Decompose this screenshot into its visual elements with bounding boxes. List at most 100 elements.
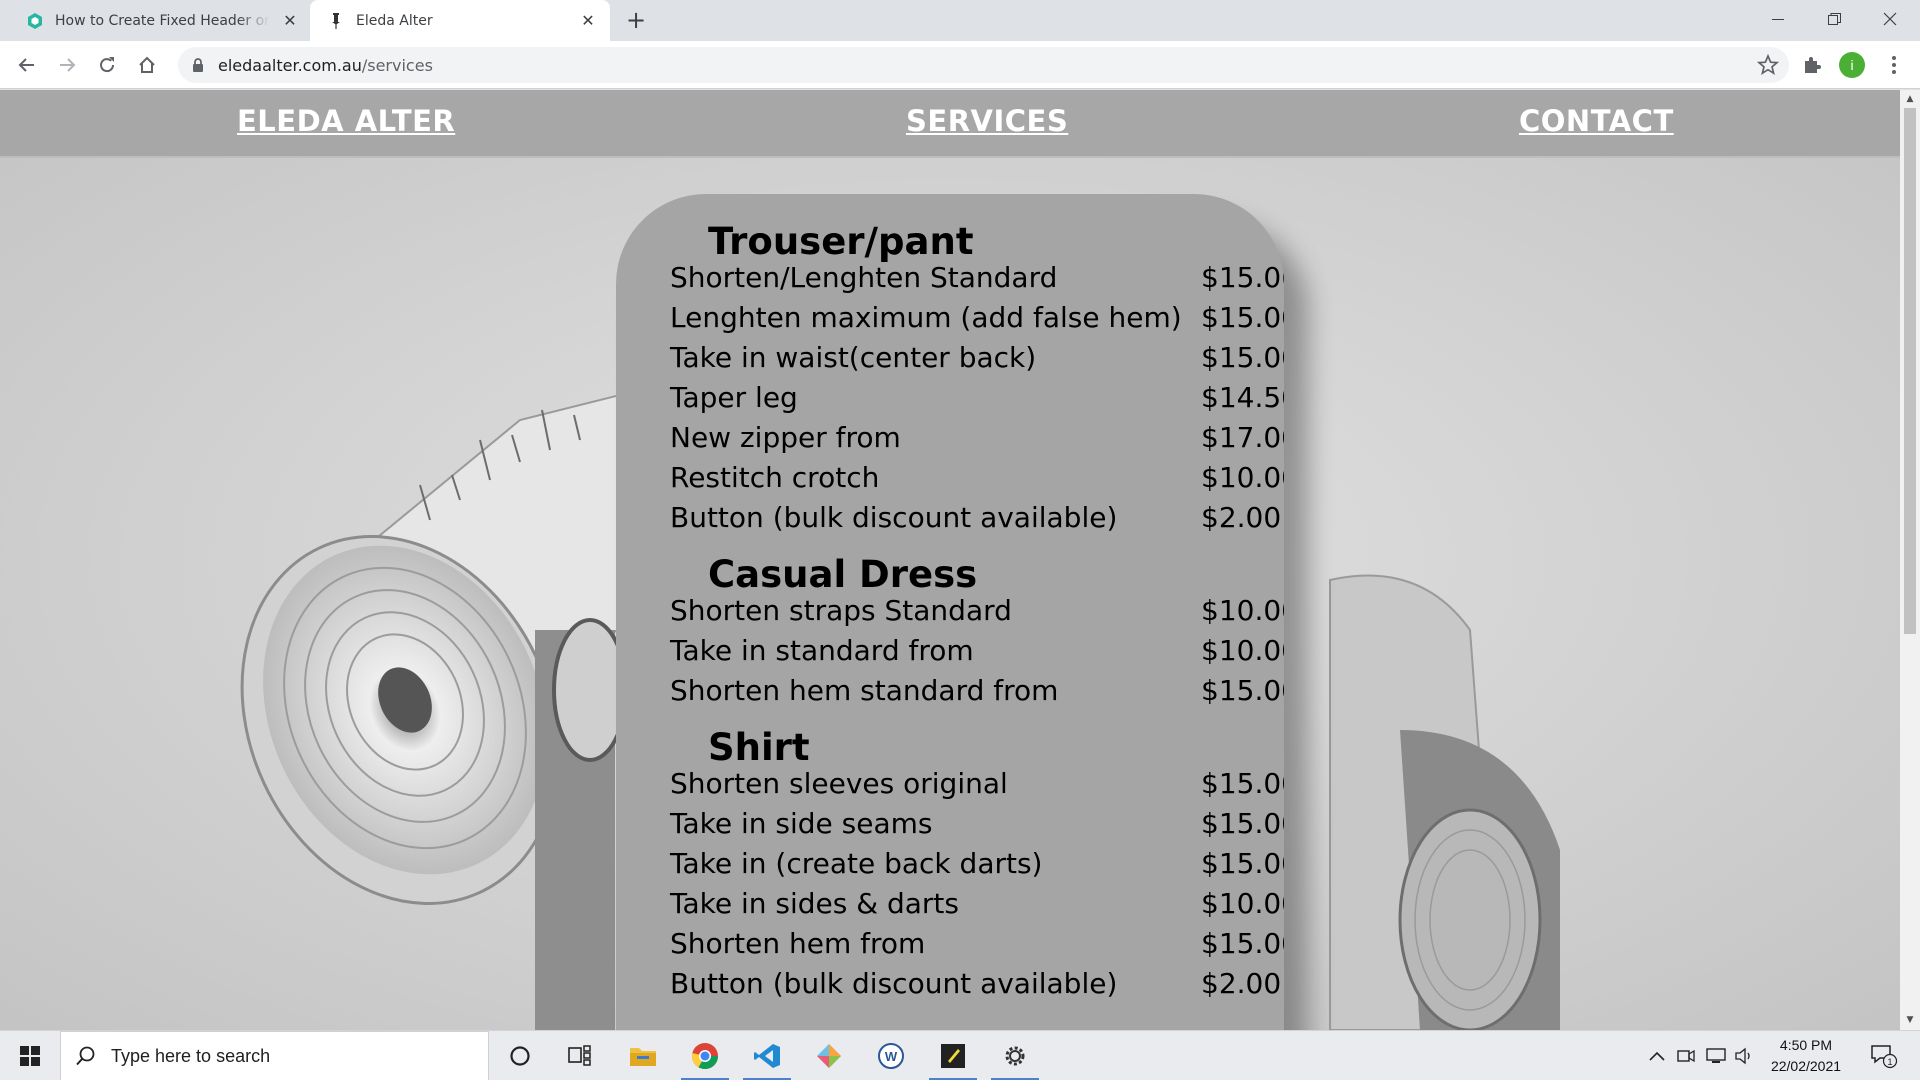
service-name: Shorten hem from bbox=[670, 927, 926, 960]
clock-date: 22/02/2021 bbox=[1770, 1058, 1842, 1074]
home-icon[interactable] bbox=[135, 53, 159, 77]
tab-strip: How to Create Fixed Header or Footer on … bbox=[0, 0, 1920, 41]
address-bar[interactable]: eledaalter.com.au/services bbox=[178, 47, 1789, 83]
list-item: Restitch crotch $10.00 bbox=[670, 461, 1284, 501]
page-scrollbar[interactable]: ▲ ▼ bbox=[1900, 90, 1920, 1030]
back-icon[interactable] bbox=[15, 53, 39, 77]
restore-icon[interactable] bbox=[1806, 0, 1862, 38]
list-item: Take in sides & darts $10.00 bbox=[670, 887, 1284, 927]
taskbar-search-box[interactable]: Type here to search bbox=[60, 1031, 489, 1080]
tab-title: How to Create Fixed Header or Footer on … bbox=[55, 12, 270, 29]
service-name: Take in waist(center back) bbox=[670, 341, 1037, 374]
notification-count: 1 bbox=[1887, 1057, 1892, 1067]
colorful-app-icon[interactable] bbox=[799, 1031, 859, 1080]
category-heading-trouser: Trouser/pant bbox=[708, 220, 974, 263]
system-clock[interactable]: 4:50 PM 22/02/2021 bbox=[1756, 1035, 1856, 1077]
bookmark-star-icon[interactable] bbox=[1756, 53, 1780, 76]
network-icon[interactable] bbox=[1704, 1031, 1728, 1080]
service-name: Take in (create back darts) bbox=[670, 847, 1043, 880]
svg-text:W: W bbox=[885, 1049, 898, 1064]
service-price: $10.00 bbox=[1201, 634, 1284, 667]
service-name: Shorten straps Standard bbox=[670, 594, 1012, 627]
search-icon bbox=[75, 1045, 97, 1067]
tab-title: Eleda Alter bbox=[356, 12, 433, 29]
vscode-taskbar-icon[interactable] bbox=[737, 1031, 797, 1080]
service-price: $15.00 bbox=[1201, 767, 1284, 800]
nav-link-home[interactable]: ELEDA ALTER bbox=[237, 104, 455, 138]
windows-taskbar: Type here to search W 4:50 PM 22/02/2021 bbox=[0, 1030, 1920, 1080]
scrollbar-thumb[interactable] bbox=[1904, 108, 1916, 634]
chrome-taskbar-icon[interactable] bbox=[675, 1031, 735, 1080]
list-item: Take in side seams $15.00 bbox=[670, 807, 1284, 847]
service-price: $15.00 bbox=[1201, 261, 1284, 294]
task-view-icon[interactable] bbox=[550, 1031, 610, 1080]
url-text[interactable]: eledaalter.com.au/services bbox=[218, 56, 433, 75]
service-name: Taper leg bbox=[670, 381, 798, 414]
close-window-icon[interactable] bbox=[1862, 0, 1918, 38]
service-price: $2.00 bbox=[1201, 967, 1282, 1000]
windows-start-icon[interactable] bbox=[0, 1031, 60, 1080]
list-item: Take in standard from $10.00 bbox=[670, 634, 1284, 674]
forward-icon[interactable] bbox=[55, 53, 79, 77]
list-item: Button (bulk discount available) $2.00 bbox=[670, 501, 1281, 541]
scroll-down-arrow-icon[interactable]: ▼ bbox=[1904, 1014, 1916, 1026]
service-price: $10.00 bbox=[1201, 461, 1284, 494]
service-name: Take in sides & darts bbox=[670, 887, 959, 920]
services-price-list: Trouser/pant Shorten/Lenghten Standard $1… bbox=[616, 194, 1284, 1030]
list-item: New zipper from $17.00 bbox=[670, 421, 1284, 461]
pin-favicon-icon bbox=[327, 12, 345, 30]
list-item: Take in (create back darts) $15.00 bbox=[670, 847, 1284, 887]
settings-gear-icon[interactable] bbox=[985, 1031, 1045, 1080]
service-name: Shorten/Lenghten Standard bbox=[670, 261, 1058, 294]
extensions-puzzle-icon[interactable] bbox=[1800, 53, 1824, 77]
new-tab-icon[interactable]: + bbox=[624, 8, 648, 33]
nav-link-services[interactable]: SERVICES bbox=[906, 104, 1068, 138]
page-viewport: ELEDA ALTER SERVICES CONTACT Trouser/pan… bbox=[0, 90, 1900, 1030]
service-price: $15.00 bbox=[1201, 847, 1284, 880]
show-hidden-icons-chevron-icon[interactable] bbox=[1645, 1031, 1669, 1080]
service-price: $17.00 bbox=[1201, 421, 1284, 454]
search-placeholder: Type here to search bbox=[111, 1045, 271, 1066]
url-host: eledaalter.com.au bbox=[218, 56, 362, 75]
minimize-icon[interactable] bbox=[1750, 0, 1806, 38]
volume-speaker-icon[interactable] bbox=[1732, 1031, 1756, 1080]
service-price: $10.00 bbox=[1201, 887, 1284, 920]
site-navigation: ELEDA ALTER SERVICES CONTACT bbox=[0, 90, 1900, 158]
reload-icon[interactable] bbox=[95, 53, 119, 77]
lock-icon[interactable] bbox=[190, 57, 206, 73]
list-item: Shorten sleeves original $15.00 bbox=[670, 767, 1284, 807]
more-menu-icon[interactable] bbox=[1882, 53, 1906, 77]
service-price: $15.00 bbox=[1201, 927, 1284, 960]
service-price: $10.00 bbox=[1201, 594, 1284, 627]
hexagon-favicon-icon bbox=[26, 12, 44, 30]
url-path: /services bbox=[361, 56, 433, 75]
service-name: Button (bulk discount available) bbox=[670, 967, 1118, 1000]
service-price: $15.00 bbox=[1201, 341, 1284, 374]
meet-now-camera-icon[interactable] bbox=[1674, 1031, 1698, 1080]
scroll-up-arrow-icon[interactable]: ▲ bbox=[1904, 93, 1916, 105]
service-price: $15.00 bbox=[1201, 807, 1284, 840]
service-name: Button (bulk discount available) bbox=[670, 501, 1118, 534]
profile-avatar[interactable]: i bbox=[1839, 52, 1865, 78]
service-name: Shorten sleeves original bbox=[670, 767, 1008, 800]
list-item: Shorten hem from $15.00 bbox=[670, 927, 1284, 967]
list-item: Button (bulk discount available) $2.00 bbox=[670, 967, 1281, 1007]
word-app-icon[interactable]: W bbox=[861, 1031, 921, 1080]
category-heading-shirt: Shirt bbox=[708, 726, 810, 769]
service-price: $14.50 bbox=[1201, 381, 1284, 414]
file-explorer-icon[interactable] bbox=[613, 1031, 673, 1080]
close-tab-icon[interactable]: ✕ bbox=[578, 10, 598, 30]
service-name: Restitch crotch bbox=[670, 461, 880, 494]
list-item: Take in waist(center back) $15.00 bbox=[670, 341, 1284, 381]
sticky-notes-icon[interactable] bbox=[923, 1031, 983, 1080]
close-tab-icon[interactable]: ✕ bbox=[280, 10, 300, 30]
tab-fixed-header-article[interactable]: How to Create Fixed Header or Footer on … bbox=[26, 0, 304, 41]
service-name: Lenghten maximum (add false hem) bbox=[670, 301, 1182, 334]
notifications-icon[interactable]: 1 bbox=[1864, 1031, 1904, 1080]
tab-eleda-alter[interactable]: Eleda Alter ✕ bbox=[310, 0, 610, 41]
cortana-circle-icon[interactable] bbox=[490, 1031, 550, 1080]
service-name: New zipper from bbox=[670, 421, 901, 454]
nav-link-contact[interactable]: CONTACT bbox=[1519, 104, 1674, 138]
browser-toolbar: eledaalter.com.au/services i bbox=[0, 41, 1920, 89]
service-name: Shorten hem standard from bbox=[670, 674, 1059, 707]
